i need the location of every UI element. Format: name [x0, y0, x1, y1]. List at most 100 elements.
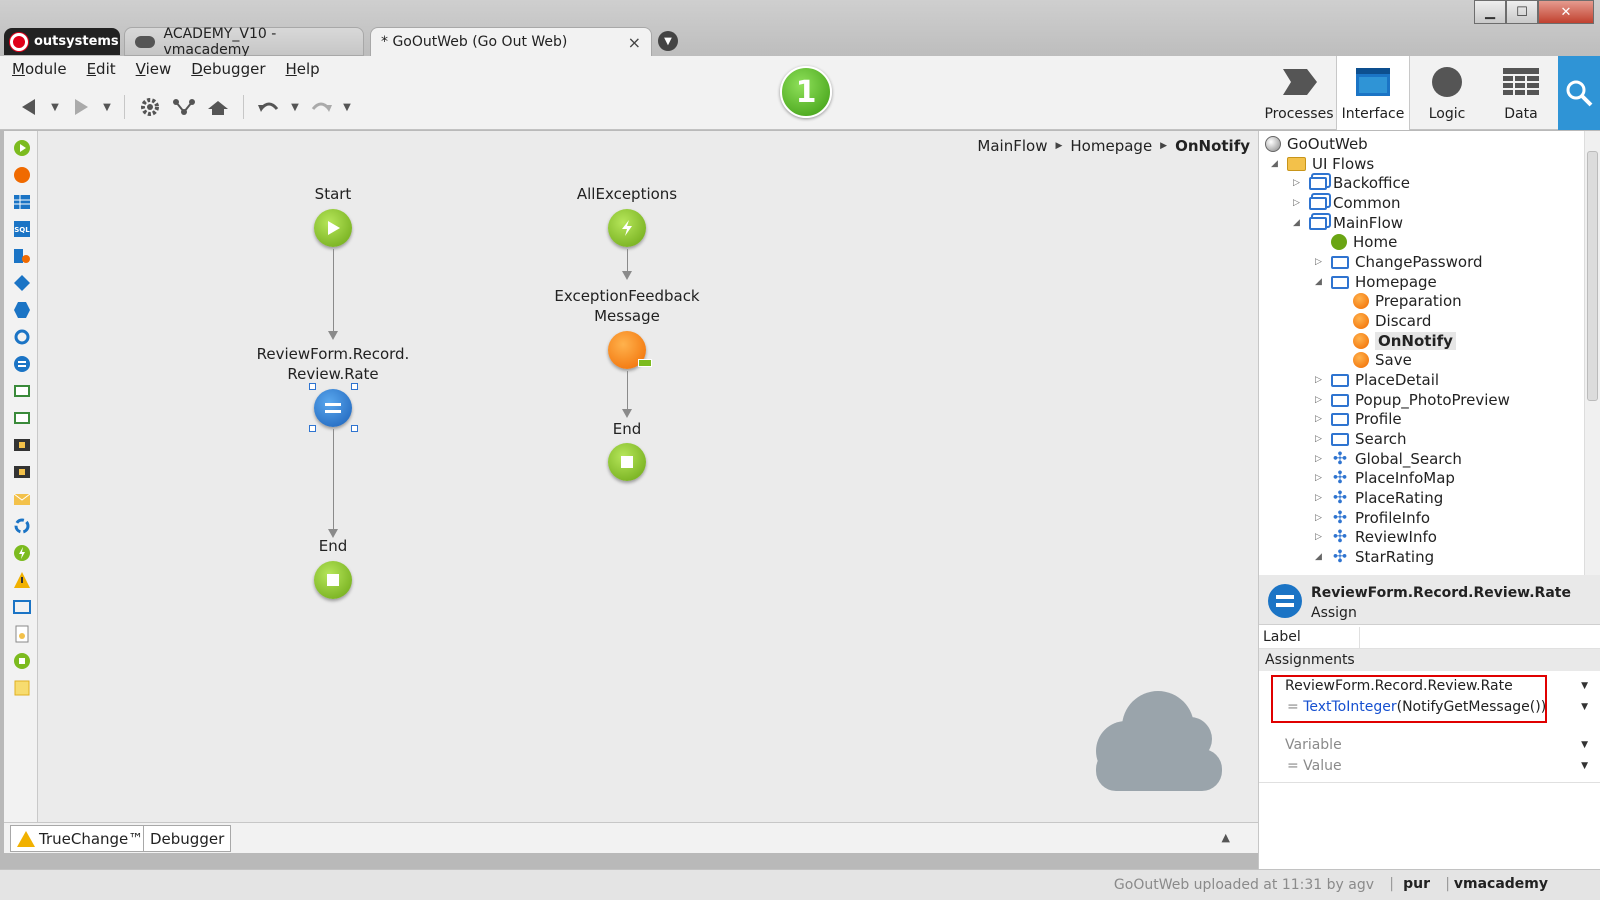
- expand-icon[interactable]: ▷: [1315, 375, 1325, 385]
- collapse-icon[interactable]: ◢: [1315, 277, 1325, 287]
- exception-handler-tool-icon[interactable]: [13, 544, 31, 562]
- tree-item-discard[interactable]: Discard: [1337, 312, 1431, 330]
- tree-item-profile[interactable]: ▷ Profile: [1315, 410, 1402, 428]
- menu-edit[interactable]: Edit: [87, 60, 116, 78]
- start-tool-icon[interactable]: [13, 139, 31, 157]
- expand-icon[interactable]: ▷: [1315, 513, 1325, 523]
- tab-academy[interactable]: ACADEMY_V10 - vmacademy: [124, 26, 364, 58]
- tree-root[interactable]: GoOutWeb: [1265, 135, 1368, 153]
- raise-exception-tool-icon[interactable]: [13, 571, 31, 589]
- end-node-2[interactable]: [608, 443, 646, 481]
- forward-arrow-icon[interactable]: [68, 94, 94, 120]
- exception-handler-node[interactable]: [608, 209, 646, 247]
- send-email-tool-icon[interactable]: [13, 490, 31, 508]
- expand-panel-icon[interactable]: ▲: [1222, 831, 1230, 844]
- expand-icon[interactable]: ▷: [1315, 257, 1325, 267]
- tree-item-common[interactable]: ▷ Common: [1293, 194, 1401, 212]
- for-each-tool-icon[interactable]: [13, 328, 31, 346]
- new-value-dropdown-icon[interactable]: ▼: [1581, 761, 1588, 771]
- menu-debugger[interactable]: Debugger: [191, 60, 265, 78]
- tree-item-mainflow[interactable]: ◢ MainFlow: [1293, 214, 1403, 232]
- download-tool-icon[interactable]: [13, 625, 31, 643]
- end-node[interactable]: [314, 561, 352, 599]
- notification-badge[interactable]: 1: [780, 66, 832, 118]
- collapse-icon[interactable]: ◢: [1315, 552, 1325, 562]
- menu-view[interactable]: View: [136, 60, 172, 78]
- undo-dropdown-icon[interactable]: ▼: [290, 94, 300, 120]
- tab-list-dropdown-icon[interactable]: ▼: [658, 31, 678, 51]
- expand-icon[interactable]: ▷: [1315, 473, 1325, 483]
- maximize-button[interactable]: ☐: [1506, 0, 1538, 24]
- if-tool-icon[interactable]: [13, 274, 31, 292]
- new-variable-dropdown-icon[interactable]: ▼: [1581, 740, 1588, 750]
- tree-item-popup-photopreview[interactable]: ▷ Popup_PhotoPreview: [1315, 391, 1510, 409]
- breadcrumb-homepage[interactable]: Homepage: [1070, 137, 1152, 155]
- tree-item-profileinfo[interactable]: ▷ ✣ ProfileInfo: [1315, 509, 1430, 527]
- status-server[interactable]: vmacademy: [1454, 876, 1548, 892]
- tree-item-placeinfomap[interactable]: ▷ ✣ PlaceInfoMap: [1315, 469, 1455, 487]
- new-assignment-variable[interactable]: Variable: [1285, 737, 1342, 753]
- tree-item-placerating[interactable]: ▷ ✣ PlaceRating: [1315, 489, 1443, 507]
- tab-processes[interactable]: Processes: [1262, 56, 1336, 130]
- tree-item-reviewinfo[interactable]: ▷ ✣ ReviewInfo: [1315, 528, 1437, 546]
- record-list-to-excel-tool-icon[interactable]: [13, 382, 31, 400]
- feedback-message-node[interactable]: [608, 331, 652, 369]
- gear-icon[interactable]: [137, 94, 163, 120]
- expand-icon[interactable]: ▷: [1293, 178, 1303, 188]
- aggregate-tool-icon[interactable]: [13, 193, 31, 211]
- tree-ui-flows[interactable]: ◢ UI Flows: [1271, 155, 1374, 173]
- redo-icon[interactable]: [308, 94, 334, 120]
- flow-canvas[interactable]: MainFlow ▶ Homepage ▶ OnNotify Start Rev…: [38, 131, 1258, 837]
- status-user[interactable]: pur: [1403, 876, 1430, 892]
- tree-item-save[interactable]: Save: [1337, 351, 1412, 369]
- selection-handle[interactable]: [309, 383, 316, 390]
- expand-icon[interactable]: ▷: [1315, 454, 1325, 464]
- exception-handler-refresh-tool-icon[interactable]: [13, 517, 31, 535]
- expand-icon[interactable]: ▷: [1315, 532, 1325, 542]
- merge-icon[interactable]: [205, 94, 231, 120]
- collapse-icon[interactable]: ◢: [1293, 218, 1303, 228]
- back-history-dropdown-icon[interactable]: ▼: [50, 94, 60, 120]
- tree-item-onnotify[interactable]: OnNotify: [1337, 332, 1456, 350]
- tab-gooutweb[interactable]: * GoOutWeb (Go Out Web) ×: [370, 27, 652, 56]
- tree-item-starrating[interactable]: ◢ ✣ StarRating: [1315, 548, 1434, 566]
- close-tab-icon[interactable]: ×: [628, 33, 641, 52]
- selection-handle[interactable]: [351, 425, 358, 432]
- collapse-icon[interactable]: ◢: [1271, 159, 1281, 169]
- sql-tool-icon[interactable]: SQL: [13, 220, 31, 238]
- brand-tab[interactable]: outsystems: [4, 28, 120, 55]
- menu-help[interactable]: Help: [286, 60, 320, 78]
- redo-dropdown-icon[interactable]: ▼: [342, 94, 352, 120]
- menu-module[interactable]: Module: [12, 60, 67, 78]
- expand-icon[interactable]: ▷: [1315, 395, 1325, 405]
- tree-item-home[interactable]: Home: [1315, 233, 1397, 251]
- selection-handle[interactable]: [351, 383, 358, 390]
- tab-data[interactable]: Data: [1484, 56, 1558, 130]
- start-node[interactable]: [314, 209, 352, 247]
- tab-debugger[interactable]: Debugger: [143, 825, 232, 852]
- refresh-data-tool-icon[interactable]: [13, 247, 31, 265]
- expand-icon[interactable]: ▷: [1315, 434, 1325, 444]
- tab-logic[interactable]: Logic: [1410, 56, 1484, 130]
- value-dropdown-icon[interactable]: ▼: [1581, 702, 1588, 712]
- destination-tool-icon[interactable]: [13, 598, 31, 616]
- tree-item-placedetail[interactable]: ▷ PlaceDetail: [1315, 371, 1439, 389]
- json-serialize-tool-icon[interactable]: [13, 436, 31, 454]
- assign-node[interactable]: [314, 389, 352, 427]
- tree-item-search[interactable]: ▷ Search: [1315, 430, 1407, 448]
- run-server-action-tool-icon[interactable]: [13, 166, 31, 184]
- tree-item-global-search[interactable]: ▷ ✣ Global_Search: [1315, 450, 1462, 468]
- end-tool-icon[interactable]: [13, 652, 31, 670]
- switch-tool-icon[interactable]: [13, 301, 31, 319]
- selection-handle[interactable]: [309, 425, 316, 432]
- excel-to-record-list-tool-icon[interactable]: [13, 409, 31, 427]
- tree-scrollbar[interactable]: [1584, 131, 1600, 575]
- tab-truechange[interactable]: TrueChange™: [10, 825, 151, 852]
- comment-tool-icon[interactable]: [13, 679, 31, 697]
- minimize-button[interactable]: ▁: [1474, 0, 1506, 24]
- label-row[interactable]: Label: [1259, 627, 1600, 649]
- dependencies-icon[interactable]: [171, 94, 197, 120]
- assignment-value[interactable]: = TextToInteger(NotifyGetMessage()): [1287, 699, 1546, 715]
- tree-item-homepage[interactable]: ◢ Homepage: [1315, 273, 1437, 291]
- expand-icon[interactable]: ▷: [1315, 414, 1325, 424]
